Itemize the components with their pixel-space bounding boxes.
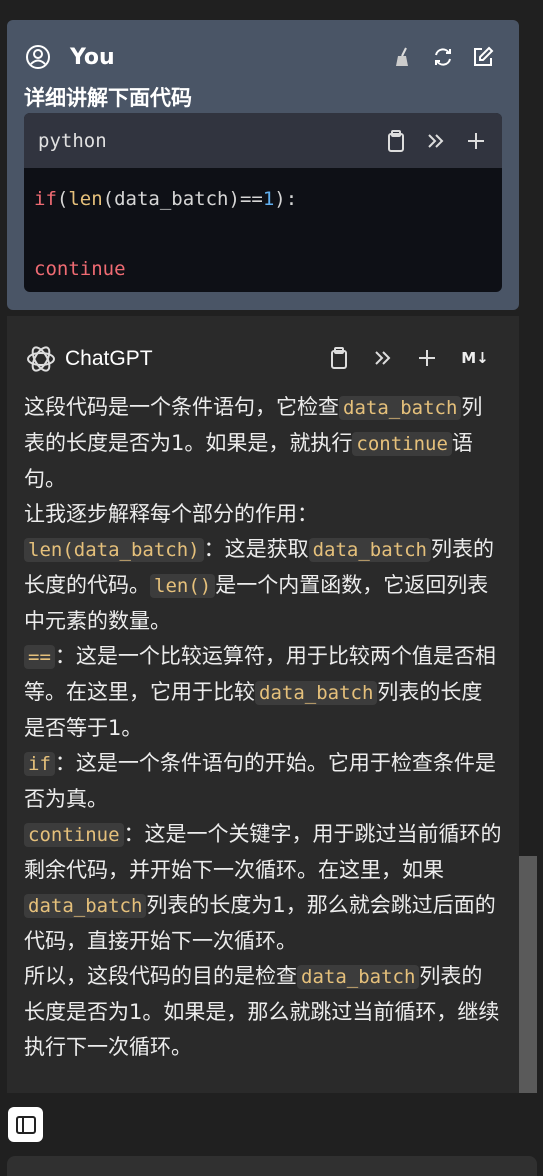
- code-body: if(len(data_batch)==1): continue: [24, 168, 502, 292]
- refresh-icon[interactable]: [431, 45, 455, 69]
- broom-icon[interactable]: [391, 45, 415, 69]
- code-block: python if(len(data_batch)==1): continue: [24, 113, 502, 292]
- markdown-icon[interactable]: M↓: [459, 346, 491, 370]
- paragraph-3: len(data_batch) ：这是获取 data_batch 列表的长度的代码。 l…: [24, 537, 494, 633]
- assistant-header: ChatGPT: [24, 342, 153, 376]
- clipboard-icon[interactable]: [384, 129, 408, 153]
- input-area[interactable]: [7, 1156, 537, 1176]
- paragraph-7: 所以，这段代码的目的是检查 data_batch 列表的长度是否为1。如果是，那么就…: [24, 964, 500, 1059]
- user-author-name: You: [70, 44, 115, 70]
- sidebar-toggle-icon: [15, 1115, 36, 1134]
- code-tools: [384, 129, 488, 153]
- paragraph-2: 让我逐步解释每个部分的作用：: [24, 502, 318, 526]
- paragraph-5: if ：这是一个条件语句的开始。它用于检查条件是否为真。: [24, 751, 496, 811]
- user-message-header: You: [25, 44, 115, 70]
- code-line-1: if(len(data_batch)==1):: [34, 188, 298, 210]
- plus-icon[interactable]: [415, 346, 439, 370]
- code-header: python: [24, 113, 502, 168]
- assistant-author-name: ChatGPT: [65, 347, 153, 370]
- assistant-actions: M↓: [327, 346, 491, 370]
- paragraph-6: continue ：这是一个关键字，用于跳过当前循环的剩余代码，并开始下一次循环。…: [24, 822, 502, 953]
- chevrons-right-icon[interactable]: [371, 346, 395, 370]
- assistant-message: ChatGPT M↓ 这段代码是一个条件语句，它检查 data_batch 列表的长…: [7, 316, 519, 1093]
- user-avatar-icon: [25, 44, 51, 70]
- code-line-3: continue: [34, 258, 126, 280]
- paragraph-1: 这段代码是一个条件语句，它检查 data_batch 列表的长度是否为1。如果是，就…: [24, 395, 483, 491]
- assistant-message-body: 这段代码是一个条件语句，它检查 data_batch 列表的长度是否为1。如果是，就…: [24, 390, 502, 1065]
- plus-icon[interactable]: [464, 129, 488, 153]
- openai-logo-icon: [27, 346, 55, 372]
- user-message-text: 详细讲解下面代码: [24, 86, 192, 110]
- paragraph-4: == ：这是一个比较运算符，用于比较两个值是否相等。在这里，它用于比较 data_b…: [24, 644, 496, 740]
- scrollbar-thumb[interactable]: [519, 856, 537, 1093]
- clipboard-icon[interactable]: [327, 346, 351, 370]
- user-message: You 详细讲解下面代码 python if(len(data_batch)==…: [7, 20, 519, 310]
- code-language-label: python: [38, 129, 107, 152]
- user-message-actions: [391, 45, 495, 69]
- chevrons-right-icon[interactable]: [424, 129, 448, 153]
- edit-icon[interactable]: [471, 45, 495, 69]
- sidebar-toggle-button[interactable]: [8, 1107, 43, 1142]
